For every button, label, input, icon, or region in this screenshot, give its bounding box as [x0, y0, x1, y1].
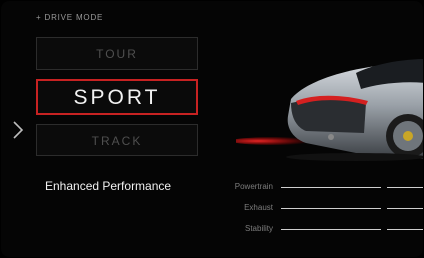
metric-label-stability: Stability [244, 224, 273, 233]
metric-bar-exhaust [281, 208, 381, 209]
chevron-left-icon[interactable] [11, 119, 25, 141]
drive-mode-screen: + DRIVE MODE TOUR SPORT TRACK Enhanced P… [1, 1, 423, 257]
mode-button-track[interactable]: TRACK [36, 124, 198, 156]
metric-bar-stability-2 [387, 229, 423, 230]
drive-mode-header: + DRIVE MODE [36, 13, 104, 22]
metric-bar-stability [281, 229, 381, 230]
metric-bar-powertrain [281, 187, 381, 188]
metric-bar-exhaust-2 [387, 208, 423, 209]
mode-description: Enhanced Performance [45, 179, 172, 193]
car-image [236, 59, 423, 161]
mode-button-tour[interactable]: TOUR [36, 37, 198, 70]
metric-label-powertrain: Powertrain [234, 182, 273, 191]
mode-button-sport[interactable]: SPORT [36, 79, 198, 115]
metric-bar-powertrain-2 [387, 187, 423, 188]
metric-label-exhaust: Exhaust [244, 203, 273, 212]
